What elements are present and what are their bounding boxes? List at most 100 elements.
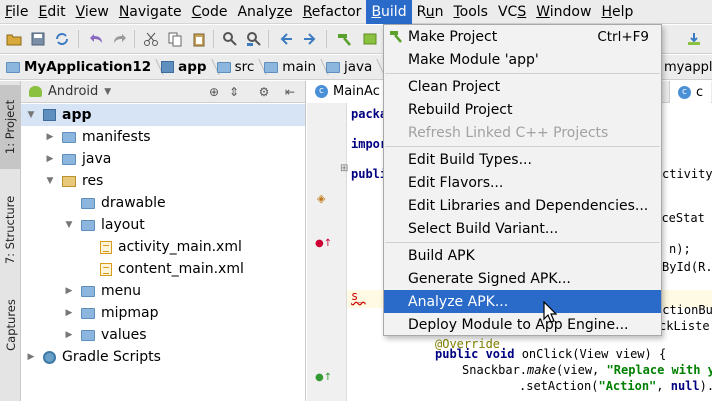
tree-item-label: app bbox=[62, 107, 92, 123]
captures-tool-tab[interactable]: Captures bbox=[0, 290, 21, 360]
menu-refactor[interactable]: Refactor bbox=[298, 0, 367, 24]
save-icon[interactable] bbox=[30, 31, 46, 47]
scroll-from-source-icon[interactable]: ⊕ bbox=[207, 85, 221, 99]
editor-tab-mainactivity[interactable]: c MainAc bbox=[307, 80, 389, 103]
tree-item-gradle-scripts[interactable]: ▶ Gradle Scripts bbox=[21, 346, 305, 368]
tree-item-label: Gradle Scripts bbox=[62, 349, 161, 365]
breadcrumb-app[interactable]: app bbox=[161, 55, 216, 80]
gear-icon[interactable]: ⚙ bbox=[257, 85, 271, 99]
find-icon[interactable] bbox=[222, 31, 238, 47]
override-marker-icon[interactable]: ●↑ bbox=[315, 238, 332, 249]
build-menu-clean-project[interactable]: Clean Project bbox=[384, 75, 661, 98]
menu-file[interactable]: File bbox=[0, 0, 33, 24]
back-arrow-icon[interactable] bbox=[278, 31, 294, 47]
collapsed-arrow-icon[interactable]: ▶ bbox=[44, 154, 56, 164]
code-line: s_ bbox=[351, 289, 366, 303]
folder-icon bbox=[62, 153, 76, 165]
copy-icon[interactable] bbox=[167, 31, 183, 47]
undo-icon[interactable] bbox=[88, 31, 104, 47]
module-folder-icon bbox=[43, 109, 56, 121]
tree-item-label: mipmap bbox=[101, 305, 159, 321]
build-menu-rebuild-project[interactable]: Rebuild Project bbox=[384, 98, 661, 121]
fold-icon[interactable]: ⊞ bbox=[340, 163, 348, 174]
menu-run[interactable]: Run bbox=[412, 0, 449, 24]
menu-item-label: Edit Build Types... bbox=[408, 151, 532, 168]
collapsed-arrow-icon[interactable]: ▶ bbox=[63, 286, 75, 296]
menu-vcs[interactable]: VCS bbox=[493, 0, 531, 24]
collapse-all-icon[interactable]: ⇕ bbox=[227, 85, 241, 99]
tree-item-app[interactable]: ▼ app bbox=[21, 104, 305, 126]
build-menu-edit-build-types[interactable]: Edit Build Types... bbox=[384, 148, 661, 171]
tree-item-manifests[interactable]: ▶ manifests bbox=[21, 126, 305, 148]
expanded-arrow-icon[interactable]: ▼ bbox=[63, 220, 75, 230]
folder-icon bbox=[81, 329, 95, 341]
build-menu-generate-signed-apk[interactable]: Generate Signed APK... bbox=[384, 267, 661, 290]
menu-navigate[interactable]: Navigate bbox=[114, 0, 187, 24]
implements-marker-icon[interactable]: ●↑ bbox=[315, 372, 332, 383]
gradle-icon bbox=[43, 350, 56, 364]
breadcrumb-myapplication12[interactable]: MyApplication12 bbox=[6, 55, 161, 80]
tree-item-java[interactable]: ▶ java bbox=[21, 148, 305, 170]
forward-arrow-icon[interactable] bbox=[302, 31, 318, 47]
build-menu-edit-flavors[interactable]: Edit Flavors... bbox=[384, 171, 661, 194]
sdk-manager-icon[interactable] bbox=[686, 31, 702, 47]
build-menu-make-module-app[interactable]: Make Module 'app' bbox=[384, 48, 661, 71]
tree-item-res[interactable]: ▼ res bbox=[21, 170, 305, 192]
menu-window[interactable]: Window bbox=[531, 0, 596, 24]
build-menu-analyze-apk[interactable]: Analyze APK... bbox=[384, 290, 661, 313]
expanded-arrow-icon[interactable]: ▼ bbox=[44, 176, 56, 186]
structure-tool-tab[interactable]: 7: Structure bbox=[0, 184, 21, 276]
tree-item-content-main-xml[interactable]: content_main.xml bbox=[21, 258, 305, 280]
tree-item-values[interactable]: ▶ values bbox=[21, 324, 305, 346]
project-tool-tab[interactable]: 1: Project bbox=[0, 85, 21, 169]
tree-item-menu[interactable]: ▶ menu bbox=[21, 280, 305, 302]
menu-analyze[interactable]: Analyze bbox=[232, 0, 297, 24]
menu-tools[interactable]: Tools bbox=[448, 0, 493, 24]
breadcrumb-label: main bbox=[282, 59, 317, 75]
redo-icon[interactable] bbox=[112, 31, 128, 47]
tree-item-layout[interactable]: ▼ layout bbox=[21, 214, 305, 236]
collapsed-arrow-icon[interactable]: ▶ bbox=[25, 352, 37, 362]
paste-icon[interactable] bbox=[191, 31, 207, 47]
folder-icon bbox=[216, 61, 231, 73]
menu-code[interactable]: Code bbox=[187, 0, 233, 24]
tree-item-drawable[interactable]: drawable bbox=[21, 192, 305, 214]
toolbar-separator bbox=[268, 30, 269, 48]
breadcrumb-label: java bbox=[344, 59, 373, 75]
replace-icon[interactable] bbox=[246, 31, 262, 47]
expanded-arrow-icon[interactable]: ▼ bbox=[25, 110, 37, 120]
layout-marker-icon[interactable]: ◈ bbox=[317, 192, 325, 205]
build-menu-edit-libraries-and-dependencies[interactable]: Edit Libraries and Dependencies... bbox=[384, 194, 661, 217]
menu-separator bbox=[385, 242, 660, 243]
menu-edit[interactable]: Edit bbox=[33, 0, 70, 24]
project-view-selector[interactable]: Android ▼ ⊕ ⇕ ⚙ ⇤ bbox=[21, 81, 305, 103]
breadcrumb-src[interactable]: src bbox=[216, 55, 265, 80]
breadcrumb-main[interactable]: main bbox=[264, 55, 326, 80]
collapsed-arrow-icon[interactable]: ▶ bbox=[63, 308, 75, 318]
editor-tab-right[interactable]: c c bbox=[669, 81, 712, 103]
code-line: public void onClick(View view) { bbox=[435, 347, 667, 361]
hide-panel-icon[interactable]: ⇤ bbox=[283, 85, 297, 99]
code-line: packa bbox=[351, 107, 388, 121]
collapsed-arrow-icon[interactable]: ▶ bbox=[63, 330, 75, 340]
app-config-icon[interactable] bbox=[362, 31, 378, 47]
make-project-hammer-icon[interactable] bbox=[336, 31, 352, 47]
tree-item-label: java bbox=[82, 151, 112, 167]
menu-shortcut: Ctrl+F9 bbox=[597, 28, 649, 45]
menu-help[interactable]: Help bbox=[596, 0, 638, 24]
sync-icon[interactable] bbox=[54, 31, 70, 47]
build-menu-make-project[interactable]: Make Project Ctrl+F9 bbox=[384, 25, 661, 48]
breadcrumb-java[interactable]: java bbox=[326, 55, 382, 80]
folder-icon bbox=[81, 307, 95, 319]
cut-icon[interactable] bbox=[143, 31, 159, 47]
build-menu-deploy-module-to-app-engine[interactable]: Deploy Module to App Engine... bbox=[384, 313, 661, 336]
build-menu-select-build-variant[interactable]: Select Build Variant... bbox=[384, 217, 661, 240]
open-folder-icon[interactable] bbox=[6, 31, 22, 47]
tree-item-mipmap[interactable]: ▶ mipmap bbox=[21, 302, 305, 324]
build-menu-build-apk[interactable]: Build APK bbox=[384, 244, 661, 267]
menu-build[interactable]: Build bbox=[366, 0, 412, 24]
tree-item-label: res bbox=[82, 173, 104, 189]
menu-view[interactable]: View bbox=[71, 0, 114, 24]
collapsed-arrow-icon[interactable]: ▶ bbox=[44, 132, 56, 142]
tree-item-activity-main-xml[interactable]: activity_main.xml bbox=[21, 236, 305, 258]
